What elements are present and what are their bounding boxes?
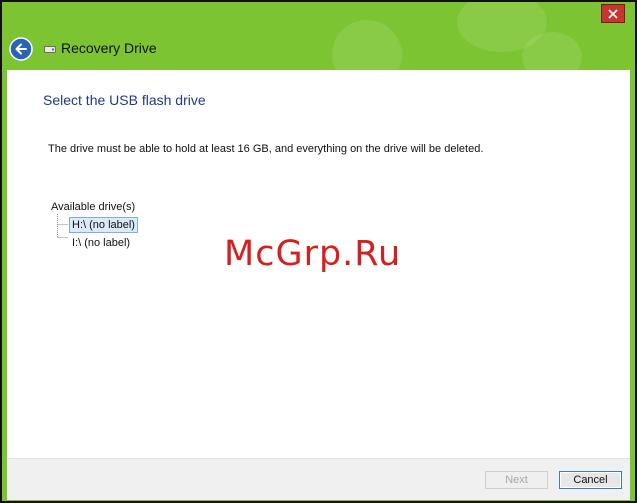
window-title: Recovery Drive <box>61 40 157 56</box>
drive-item-h[interactable]: H:\ (no label) <box>69 217 138 233</box>
titlebar-decoration <box>522 32 582 70</box>
back-arrow-icon <box>9 37 33 61</box>
close-button[interactable] <box>601 4 625 23</box>
recovery-drive-window: Recovery Drive Select the USB flash driv… <box>0 0 637 503</box>
watermark-text: McGrp.Ru <box>224 234 402 274</box>
footer-bar: Next Cancel <box>7 458 630 500</box>
close-icon <box>608 8 618 19</box>
drive-item-i[interactable]: I:\ (no label) <box>70 236 132 250</box>
back-button[interactable] <box>9 37 33 61</box>
usb-drive-icon <box>44 46 56 53</box>
description-text: The drive must be able to hold at least … <box>48 143 484 155</box>
available-drives-label: Available drive(s) <box>51 201 136 213</box>
title-bar: Recovery Drive <box>2 2 635 70</box>
next-button[interactable]: Next <box>485 471 548 489</box>
cancel-button[interactable]: Cancel <box>559 471 622 489</box>
content-area: Select the USB flash drive The drive mus… <box>7 70 630 458</box>
titlebar-decoration <box>332 20 402 70</box>
page-heading: Select the USB flash drive <box>43 92 206 108</box>
